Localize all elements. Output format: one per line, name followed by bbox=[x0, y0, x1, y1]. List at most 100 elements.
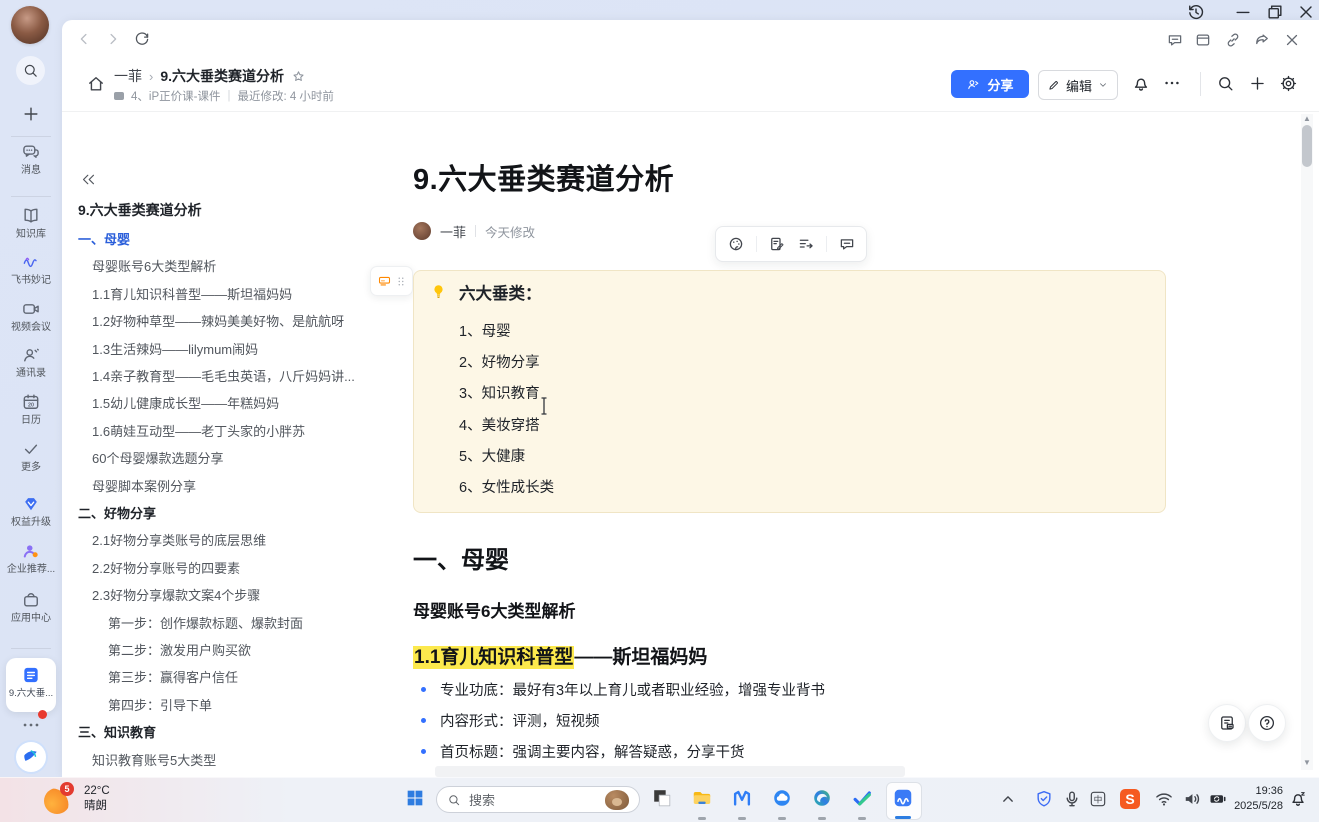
minimize-button[interactable] bbox=[1233, 2, 1253, 22]
catalog-button[interactable] bbox=[1208, 704, 1246, 742]
breadcrumb-parent[interactable]: 一菲 bbox=[114, 66, 142, 86]
tray-volume-icon[interactable] bbox=[1182, 789, 1202, 809]
outline-item[interactable]: 一、母婴 bbox=[78, 226, 130, 253]
taskbar-app-task-view[interactable] bbox=[651, 787, 673, 809]
sidebar-item-video[interactable]: 视频会议 bbox=[0, 299, 62, 333]
tab-comment-icon[interactable] bbox=[1166, 31, 1184, 49]
outline-item[interactable]: 第三步：赢得客户信任 bbox=[108, 664, 238, 691]
sign-doc-icon[interactable] bbox=[768, 235, 786, 253]
tray-security-shield-icon[interactable] bbox=[1034, 789, 1054, 809]
close-button[interactable] bbox=[1296, 2, 1316, 22]
outline-item[interactable]: 1.1育儿知识科普型——斯坦福妈妈 bbox=[92, 281, 292, 308]
header-add-icon[interactable] bbox=[1248, 74, 1267, 93]
outline-item[interactable]: 第一步：创作爆款标题、爆款封面 bbox=[108, 610, 303, 637]
taskbar-app-docs-app[interactable] bbox=[851, 787, 873, 809]
tab-close-icon[interactable] bbox=[1283, 31, 1301, 49]
nav-back-icon[interactable] bbox=[75, 30, 93, 48]
doc-title[interactable]: 9.六大垂类赛道分析 bbox=[413, 156, 674, 198]
taskbar-clock[interactable]: 19:36 2025/5/28 bbox=[1234, 784, 1283, 814]
outline-item[interactable]: 母婴账号6大类型解析 bbox=[92, 253, 216, 280]
collapse-outline-icon[interactable] bbox=[80, 171, 97, 188]
notification-bell-icon[interactable] bbox=[1288, 789, 1308, 809]
share-button[interactable]: 分享 bbox=[951, 70, 1029, 98]
folder-name[interactable]: 4、iP正价课-课件 bbox=[131, 88, 220, 104]
outline-title[interactable]: 9.六大垂类赛道分析 bbox=[78, 200, 358, 220]
bullet-item[interactable]: 首页标题：强调主要内容，解答疑惑，分享干货 bbox=[413, 740, 745, 762]
outline-item[interactable]: 三、知识教育 bbox=[78, 719, 156, 746]
sidebar-item-calendar[interactable]: 20日历 bbox=[0, 392, 62, 426]
sidebar-item-chat[interactable]: 消息 bbox=[0, 142, 62, 176]
header-search-icon[interactable] bbox=[1216, 74, 1235, 93]
scrollbar-track[interactable] bbox=[1301, 114, 1313, 770]
bell-icon[interactable] bbox=[1131, 73, 1151, 93]
settings-gear-icon[interactable] bbox=[1279, 74, 1298, 93]
callout-list-item[interactable]: 1、母婴 bbox=[459, 321, 511, 343]
tray-sogou-input-icon[interactable]: S bbox=[1120, 789, 1140, 809]
callout-list-item[interactable]: 5、大健康 bbox=[459, 446, 525, 468]
outline-item[interactable]: 1.3生活辣妈——lilymum闹妈 bbox=[92, 336, 258, 363]
sidebar-item-more[interactable]: 更多 bbox=[0, 439, 62, 473]
tray-ime-chinese-icon[interactable]: 中 bbox=[1088, 789, 1108, 809]
sidebar-item-contacts[interactable]: 通讯录 bbox=[0, 345, 62, 379]
nav-forward-icon[interactable] bbox=[104, 30, 122, 48]
palette-icon[interactable] bbox=[727, 235, 745, 253]
outline-item[interactable]: 1.2好物种草型——辣妈美美好物、是航航呀 bbox=[92, 308, 344, 335]
outline-item[interactable]: 二、好物分享 bbox=[78, 500, 156, 527]
outline-item[interactable]: 母婴脚本案例分享 bbox=[92, 473, 196, 500]
sidebar-item-minutes[interactable]: 飞书妙记 bbox=[0, 252, 62, 286]
tray-battery-icon[interactable] bbox=[1208, 789, 1228, 809]
sidebar-item-wiki[interactable]: 知识库 bbox=[0, 206, 62, 240]
callout-list-item[interactable]: 6、女性成长类 bbox=[459, 477, 554, 499]
callout-list-item[interactable]: 2、好物分享 bbox=[459, 352, 540, 374]
maximize-button[interactable] bbox=[1265, 2, 1285, 22]
drag-handle-icon[interactable] bbox=[395, 274, 407, 289]
tab-window-icon[interactable] bbox=[1194, 31, 1212, 49]
breadcrumb-title[interactable]: 9.六大垂类赛道分析 bbox=[160, 66, 284, 86]
scrollbar-up-arrow[interactable]: ▲ bbox=[1303, 116, 1311, 122]
outline-item[interactable]: 1.6萌娃互动型——老丁头家的小胖苏 bbox=[92, 418, 305, 445]
bullet-item[interactable]: 专业功底：最好有3年以上育儿或者职业经验，增强专业背书 bbox=[413, 678, 825, 700]
weather-widget[interactable]: 5 22°C 晴朗 bbox=[44, 781, 110, 816]
callout-list-item[interactable]: 4、美妆穿搭 bbox=[459, 415, 540, 437]
tab-share-arrow-icon[interactable] bbox=[1253, 31, 1271, 49]
home-icon[interactable] bbox=[86, 74, 106, 94]
feishu-logo[interactable] bbox=[16, 742, 46, 772]
outline-item[interactable]: 知识教育账号5大类型 bbox=[92, 747, 216, 774]
help-button[interactable] bbox=[1248, 704, 1286, 742]
callout-block[interactable]: 六大垂类： 1、母婴2、好物分享3、知识教育4、美妆穿搭5、大健康6、女性成长类 bbox=[413, 270, 1166, 513]
star-icon[interactable] bbox=[291, 69, 306, 84]
user-avatar[interactable] bbox=[11, 6, 49, 44]
windows-start-button[interactable] bbox=[404, 787, 426, 809]
taskbar-app-browser-app[interactable] bbox=[771, 787, 793, 809]
sidebar-item-appcenter[interactable]: 应用中心 bbox=[0, 590, 62, 624]
taskbar-app-file-explorer[interactable] bbox=[691, 787, 713, 809]
tray-wifi-icon[interactable] bbox=[1154, 789, 1174, 809]
rail-add-button[interactable] bbox=[21, 104, 41, 124]
history-icon[interactable] bbox=[1186, 2, 1206, 22]
taskbar-app-edge-browser[interactable] bbox=[811, 787, 833, 809]
tray-microphone-icon[interactable] bbox=[1062, 789, 1082, 809]
outline-item[interactable]: 2.3好物分享爆款文案4个步骤 bbox=[92, 582, 260, 609]
scrollbar-down-arrow[interactable]: ▼ bbox=[1303, 760, 1311, 766]
scrollbar-thumb[interactable] bbox=[1302, 125, 1312, 167]
taskbar-app-mail-app[interactable] bbox=[731, 787, 753, 809]
outline-item[interactable]: 1.4亲子教育型——毛毛虫英语，八斤妈妈讲... bbox=[92, 363, 355, 390]
rail-search-button[interactable] bbox=[16, 56, 45, 85]
outline-item[interactable]: 2.1好物分享类账号的底层思维 bbox=[92, 527, 266, 554]
heading-types[interactable]: 母婴账号6大类型解析 bbox=[413, 597, 575, 622]
bullet-item[interactable]: 内容形式：评测，短视频 bbox=[413, 709, 600, 731]
tray-tray-expand-icon[interactable] bbox=[998, 789, 1018, 809]
sidebar-item-active-doc[interactable]: 9.六大垂... bbox=[6, 658, 56, 712]
comment-icon[interactable] bbox=[838, 235, 856, 253]
nav-refresh-icon[interactable] bbox=[133, 30, 151, 48]
list-arrow-icon[interactable] bbox=[797, 235, 815, 253]
callout-list-item[interactable]: 3、知识教育 bbox=[459, 383, 540, 405]
edit-button[interactable]: 编辑 bbox=[1038, 70, 1118, 100]
sidebar-item-referral[interactable]: 企业推荐... bbox=[0, 541, 62, 575]
taskbar-search[interactable]: 搜索 bbox=[436, 786, 640, 813]
outline-item[interactable]: 第四步：引导下单 bbox=[108, 692, 212, 719]
taskbar-app-doc-app[interactable] bbox=[892, 787, 914, 809]
heading-1-1[interactable]: 1.1育儿知识科普型——斯坦福妈妈 bbox=[413, 642, 707, 669]
outline-item[interactable]: 1.5幼儿健康成长型——年糕妈妈 bbox=[92, 390, 279, 417]
sidebar-item-vip[interactable]: 权益升级 bbox=[0, 494, 62, 528]
